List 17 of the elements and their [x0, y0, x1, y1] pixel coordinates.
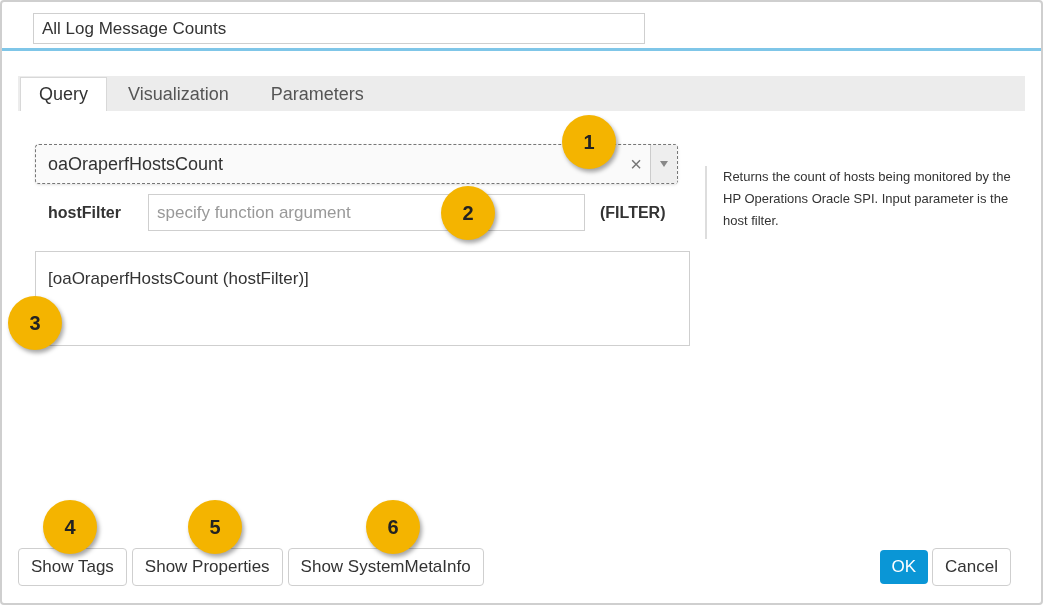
callout-badge: 4	[43, 500, 97, 554]
callout-badge: 2	[441, 186, 495, 240]
select-value: oaOraperfHostsCount	[47, 152, 225, 176]
clear-icon[interactable]: ×	[622, 149, 650, 179]
tab[interactable]: Parameters	[249, 77, 385, 111]
callout-badge: 1	[562, 115, 616, 169]
argument-label: hostFilter	[47, 202, 122, 223]
title-field[interactable]: All Log Message Counts	[33, 13, 645, 44]
function-description: Returns the count of hosts being monitored by the HP Operations Oracle SPI. Input parameter is the host filter.	[705, 166, 1030, 239]
dropdown-icon[interactable]	[650, 145, 677, 183]
callout-badge: 6	[366, 500, 420, 554]
tab[interactable]: Query	[20, 77, 108, 111]
cancel-button[interactable]: Cancel	[932, 548, 1011, 586]
callout-badge: 3	[8, 296, 62, 350]
argument-type: (FILTER)	[600, 202, 666, 223]
tab[interactable]: Visualization	[107, 77, 250, 111]
callout-badge: 5	[188, 500, 242, 554]
